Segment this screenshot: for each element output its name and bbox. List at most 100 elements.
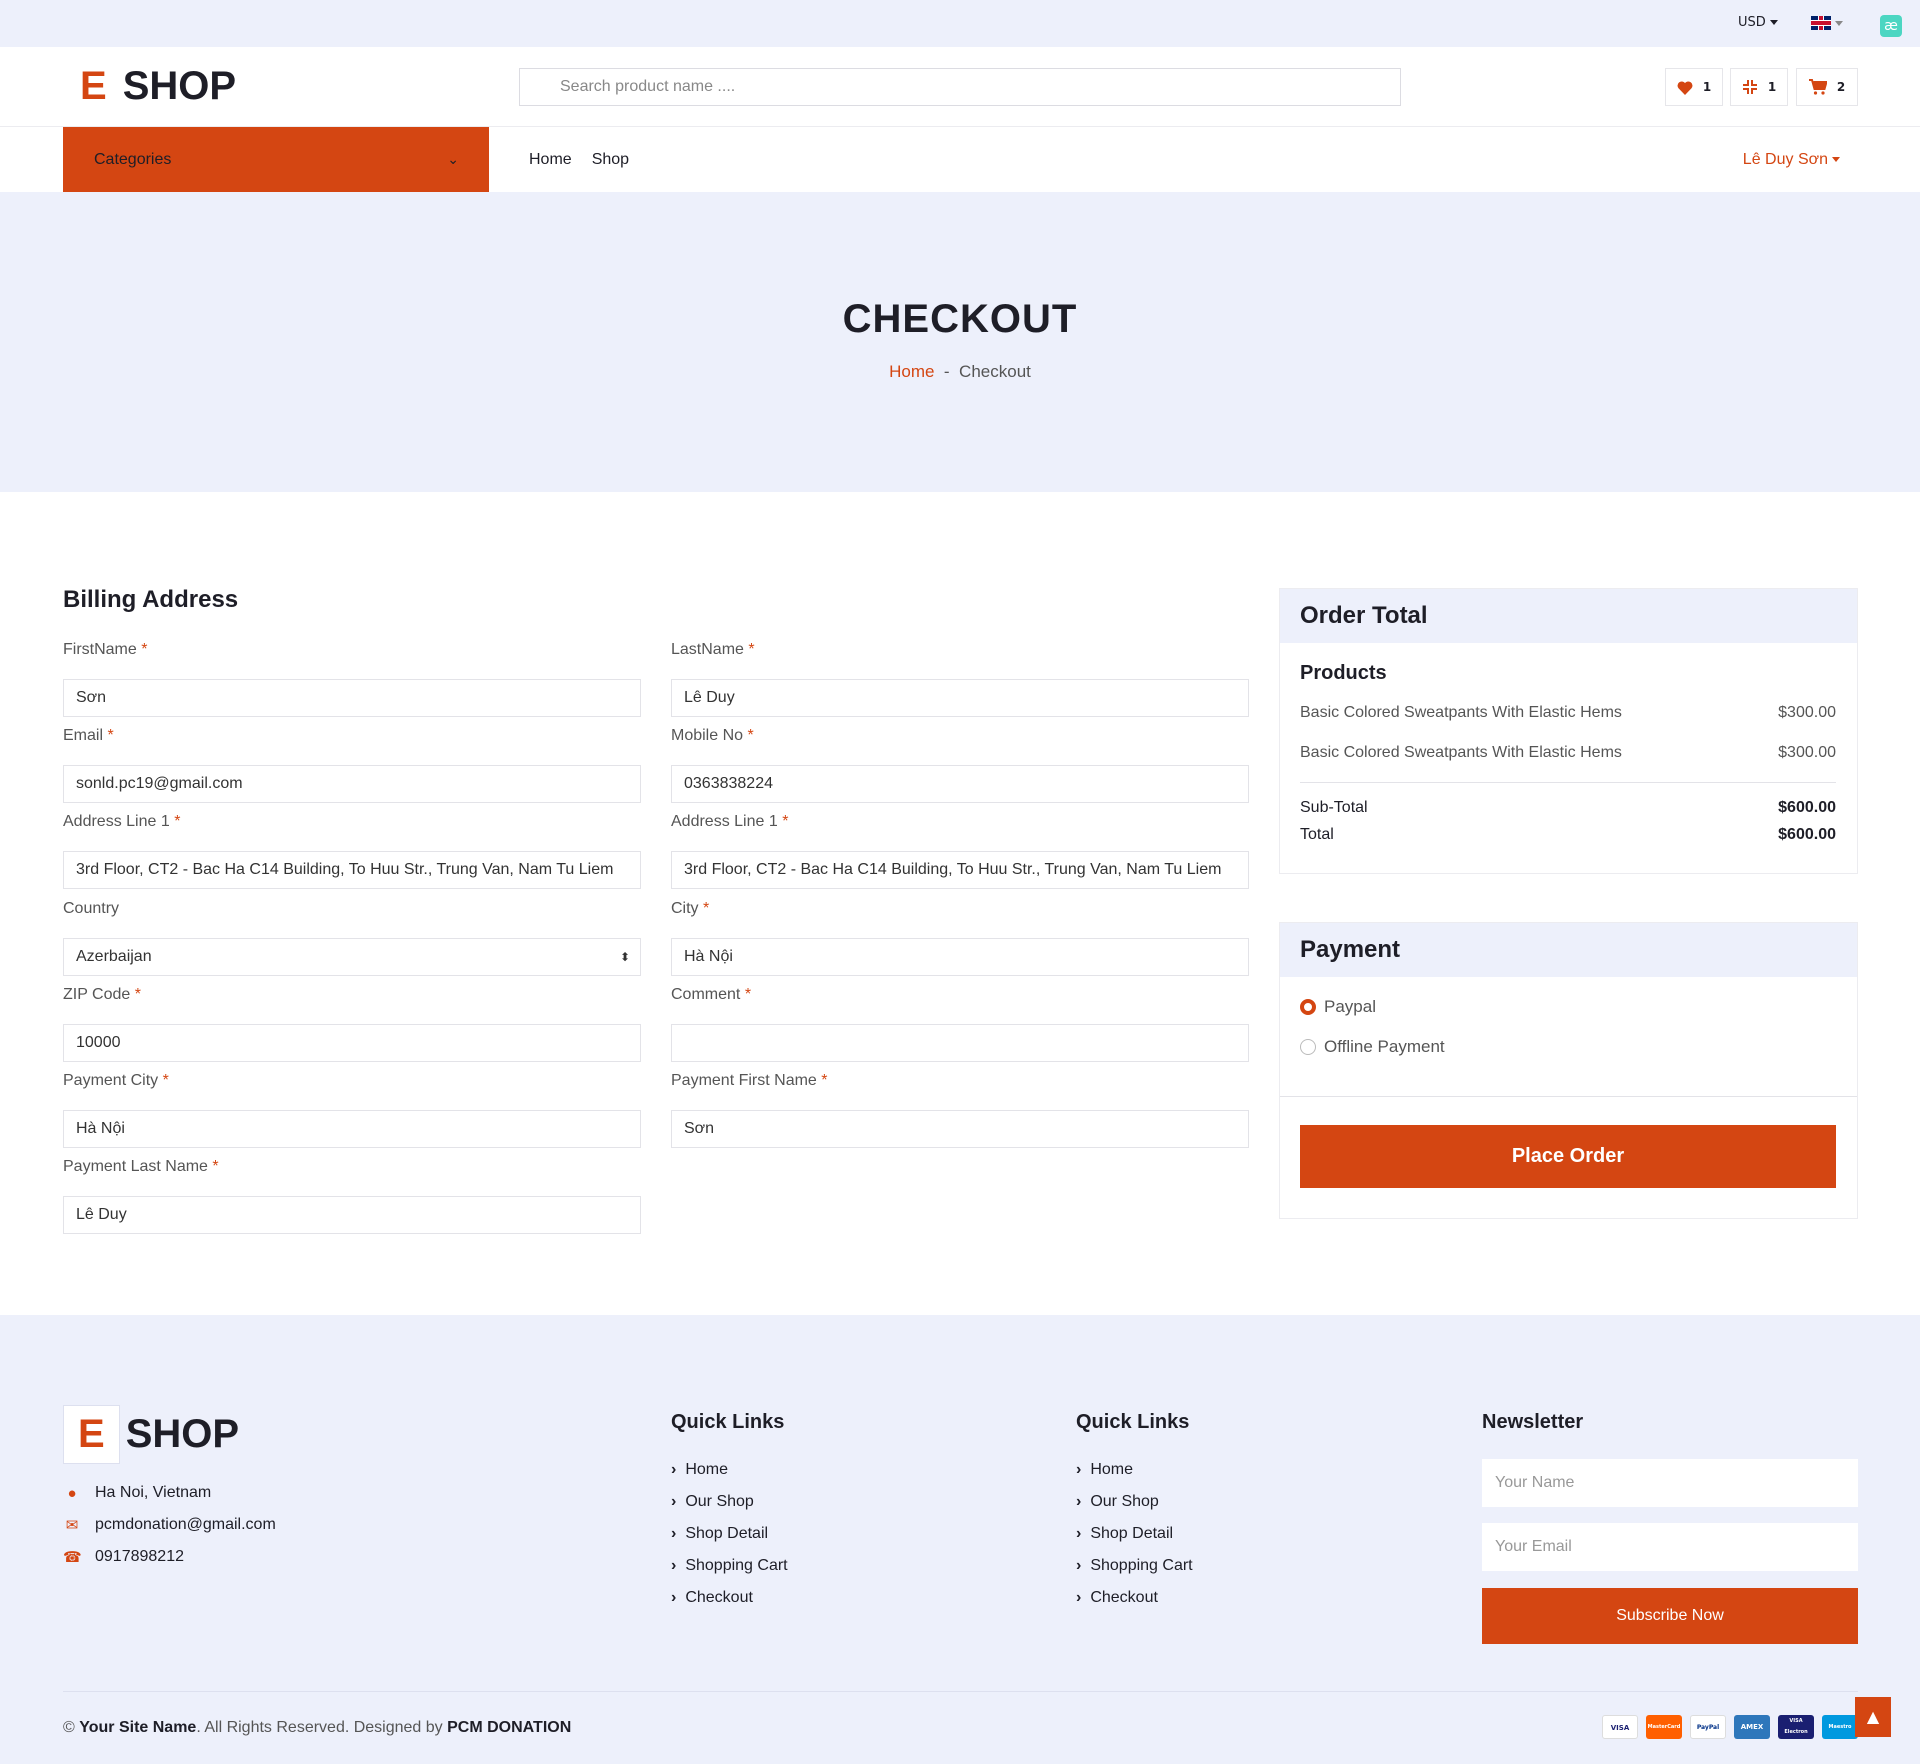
header: E SHOP Search product name .... 1 1 2 [0,47,1920,127]
payment-option-label: Paypal [1324,997,1376,1016]
breadcrumb: Home - Checkout [0,362,1920,382]
address1-label: Address Line 1 * [63,813,181,830]
phone-icon: ☎ [63,1549,82,1566]
cart-button[interactable]: 2 [1796,68,1858,106]
chevron-down-icon: ⌄ [447,151,459,167]
address2-label: Address Line 1 * [671,813,789,830]
search-input[interactable]: Search product name .... [519,68,1401,106]
zip-label: ZIP Code * [63,986,141,1003]
nav-home[interactable]: Home [529,151,572,169]
mobile-label: Mobile No * [671,727,754,744]
heart-icon [1677,80,1693,95]
categories-dropdown[interactable]: Categories ⌄ [63,127,489,192]
footer-link[interactable]: Home [671,1454,788,1486]
divider [1280,1096,1857,1097]
footer-link[interactable]: Shop Detail [1076,1518,1193,1550]
back-to-top-icon[interactable]: ▲ [1855,1697,1891,1737]
cart-icon [1808,79,1827,95]
city-label: City * [671,900,710,917]
copyright: © Your Site Name. All Rights Reserved. D… [63,1719,572,1736]
address2-group: Address Line 1 * 3rd Floor, CT2 - Bac Ha… [671,813,1249,889]
mastercard-icon: MasterCard [1646,1715,1682,1739]
compare-button[interactable]: 1 [1730,68,1788,106]
quick-links-title: Quick Links [1076,1411,1190,1433]
address1-group: Address Line 1 * 3rd Floor, CT2 - Bac Ha… [63,813,641,889]
comment-field[interactable] [671,1024,1249,1062]
maestro-icon: Maestro [1822,1715,1858,1739]
first-name-field[interactable]: Sơn [63,679,641,717]
payment-last-name-group: Payment Last Name * Lê Duy [63,1158,641,1234]
nav-shop[interactable]: Shop [592,151,629,169]
email-text[interactable]: pcmdonation@gmail.com [95,1516,276,1534]
footer-link[interactable]: Checkout [671,1582,788,1614]
total-value: $600.00 [1778,826,1836,843]
compare-icon [1742,80,1757,94]
logo-letter: E [80,64,107,108]
quick-links-list: Home Our Shop Shop Detail Shopping Cart … [1076,1454,1193,1614]
footer-link[interactable]: Checkout [1076,1582,1193,1614]
subtotal-value: $600.00 [1778,799,1836,816]
phone-text[interactable]: 0917898212 [95,1548,184,1566]
footer-link[interactable]: Shop Detail [671,1518,788,1550]
zip-field[interactable]: 10000 [63,1024,641,1062]
quick-links-title: Quick Links [671,1411,785,1433]
radio-selected-icon[interactable] [1300,999,1316,1015]
payment-city-field[interactable]: Hà Nội [63,1110,641,1148]
payment-option-paypal[interactable]: Paypal [1300,997,1376,1017]
footer-link[interactable]: Our Shop [671,1486,788,1518]
email-field[interactable]: sonld.pc19@gmail.com [63,765,641,803]
order-total-title: Order Total [1280,589,1857,643]
footer-link[interactable]: Shopping Cart [1076,1550,1192,1582]
radio-icon[interactable] [1300,1039,1316,1055]
products-title: Products [1300,662,1387,684]
country-select[interactable]: Azerbaijan [63,938,641,976]
first-name-label: FirstName * [63,641,148,658]
user-menu[interactable]: Lê Duy Sơn [1743,127,1840,192]
compare-count: 1 [1767,80,1777,94]
language-dropdown[interactable] [1811,15,1843,31]
payment-title: Payment [1280,923,1857,977]
city-field[interactable]: Hà Nội [671,938,1249,976]
place-order-button[interactable]: Place Order [1300,1125,1836,1188]
email-group: Email * sonld.pc19@gmail.com [63,727,641,803]
currency-dropdown[interactable]: USD [1738,15,1778,30]
footer-email: ✉ pcmdonation@gmail.com [63,1516,276,1534]
logo[interactable]: E SHOP [80,64,236,109]
wishlist-button[interactable]: 1 [1665,68,1723,106]
last-name-field[interactable]: Lê Duy [671,679,1249,717]
extension-icon[interactable]: æ [1880,15,1902,37]
footer-link[interactable]: Shopping Cart [671,1550,787,1582]
payment-last-name-field[interactable]: Lê Duy [63,1196,641,1234]
comment-group: Comment * [671,986,1249,1062]
payment-first-name-field[interactable]: Sơn [671,1110,1249,1148]
footer-link[interactable]: Home [1076,1454,1193,1486]
mobile-field[interactable]: 0363838224 [671,765,1249,803]
mobile-group: Mobile No * 0363838224 [671,727,1249,803]
site-name-link[interactable]: Your Site Name [79,1719,196,1736]
amex-icon: AMEX [1734,1715,1770,1739]
newsletter-email-input[interactable]: Your Email [1482,1523,1858,1571]
visa-electron-icon: VISA Electron [1778,1715,1814,1739]
email-label: Email * [63,727,114,744]
payment-option-offline[interactable]: Offline Payment [1300,1037,1445,1057]
address2-field[interactable]: 3rd Floor, CT2 - Bac Ha C14 Building, To… [671,851,1249,889]
payment-city-group: Payment City * Hà Nội [63,1072,641,1148]
quick-links-list: Home Our Shop Shop Detail Shopping Cart … [671,1454,788,1614]
country-group: Country Azerbaijan [63,900,641,976]
designer-link[interactable]: PCM DONATION [447,1719,571,1736]
paypal-icon: PayPal [1690,1715,1726,1739]
order-item: Basic Colored Sweatpants With Elastic He… [1300,704,1836,722]
address1-field[interactable]: 3rd Floor, CT2 - Bac Ha C14 Building, To… [63,851,641,889]
footer-divider [63,1691,1858,1692]
logo-letter: E [63,1404,120,1464]
breadcrumb-home[interactable]: Home [889,362,934,381]
location-text: Ha Noi, Vietnam [95,1484,212,1501]
zip-group: ZIP Code * 10000 [63,986,641,1062]
newsletter-name-input[interactable]: Your Name [1482,1459,1858,1507]
subscribe-button[interactable]: Subscribe Now [1482,1588,1858,1644]
order-item-name: Basic Colored Sweatpants With Elastic He… [1300,744,1622,761]
footer-logo[interactable]: E SHOP [63,1404,239,1464]
last-name-label: LastName * [671,641,755,658]
newsletter-title: Newsletter [1482,1411,1584,1433]
footer-link[interactable]: Our Shop [1076,1486,1193,1518]
